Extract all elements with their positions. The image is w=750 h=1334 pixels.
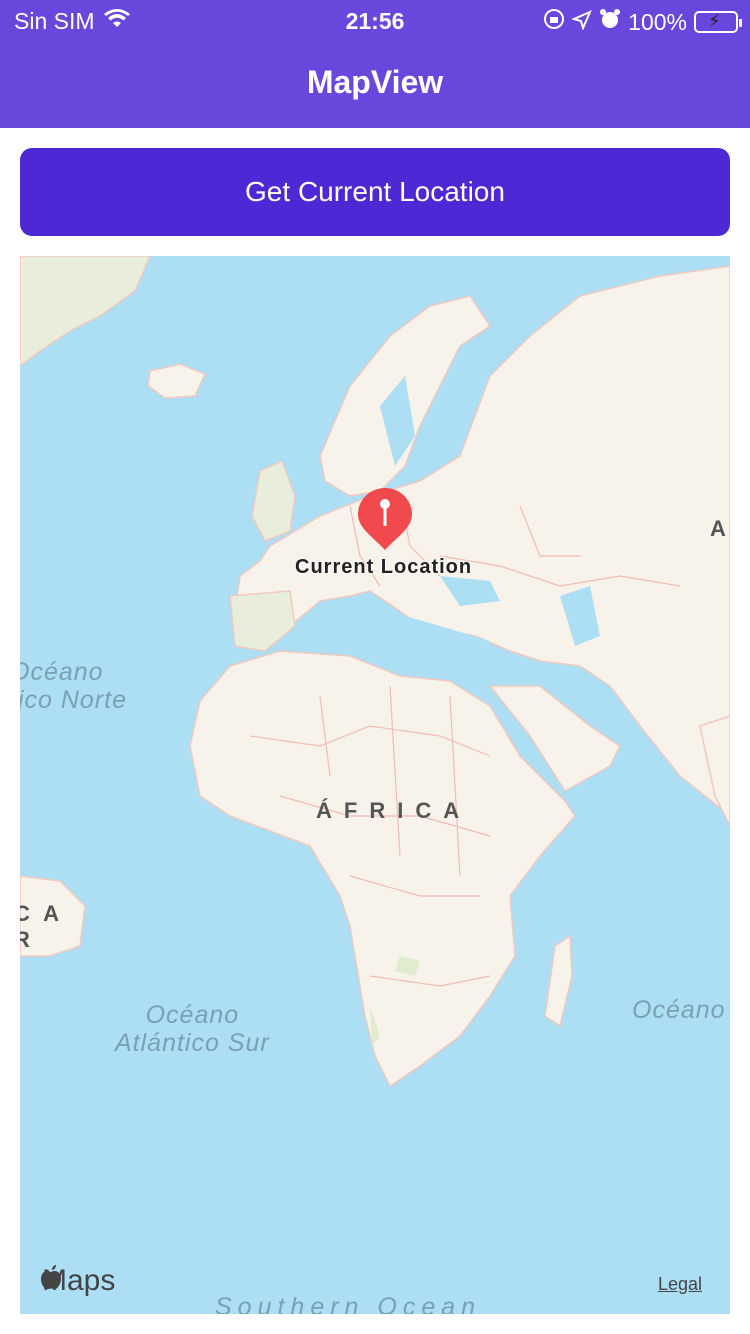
- get-current-location-button[interactable]: Get Current Location: [20, 148, 730, 236]
- alarm-icon: [599, 8, 621, 36]
- app-header: Sin SIM 21:56 100% ⚡ MapView: [0, 0, 750, 128]
- apple-maps-logo: Maps: [40, 1264, 115, 1298]
- indian-ocean-label: Océano: [632, 996, 726, 1024]
- map-land-layer: [20, 256, 730, 1088]
- atlantic-south-label: Océano Atlántico Sur: [115, 1001, 270, 1057]
- pin-label: Current Location: [295, 556, 473, 578]
- location-arrow-icon: [571, 9, 593, 36]
- asia-edge-label: A: [710, 516, 726, 541]
- battery-icon: ⚡: [694, 11, 742, 33]
- page-title: MapView: [306, 64, 444, 100]
- africa-label: ÁFRICA: [316, 798, 472, 823]
- orientation-lock-icon: [543, 8, 565, 36]
- status-bar: Sin SIM 21:56 100% ⚡: [0, 0, 750, 42]
- america-edge-label: C A R: [20, 901, 64, 952]
- atlantic-north-label: Océano tico Norte: [20, 658, 127, 714]
- status-right: 100% ⚡: [543, 8, 742, 36]
- legal-link[interactable]: Legal: [658, 1274, 702, 1295]
- map-view[interactable]: Océano tico Norte Océano Atlántico Sur O…: [20, 256, 730, 1314]
- southern-ocean-label: Southern Ocean: [215, 1293, 482, 1314]
- map-pin-icon[interactable]: [356, 486, 414, 552]
- battery-percent: 100%: [628, 8, 687, 35]
